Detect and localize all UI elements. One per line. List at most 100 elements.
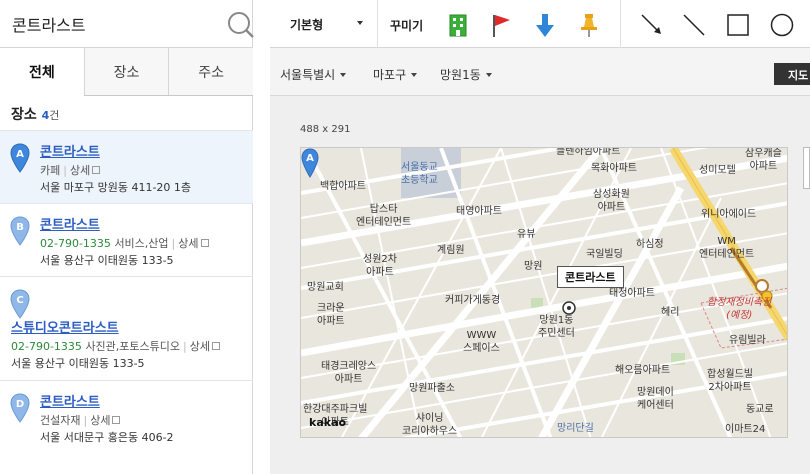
place-phone: 02-790-1335 xyxy=(40,237,111,250)
map-label: 하심정 xyxy=(636,239,664,250)
map-label: 백합아파트 xyxy=(320,181,366,192)
map-label: 합성월드빌 2차아파트 xyxy=(707,369,753,393)
map-marker-a-icon[interactable]: A xyxy=(301,148,319,178)
decorate-toolbar: 기본형 꾸미기 xyxy=(270,0,810,48)
detail-link[interactable]: 상세 xyxy=(90,414,110,427)
results-heading: 장소 4건 xyxy=(11,104,59,124)
map-label: WWW 스페이스 xyxy=(463,330,500,354)
map-style-select[interactable]: 기본형 xyxy=(270,0,378,48)
search-input[interactable] xyxy=(12,12,212,36)
map-label: WM 엔터테인먼트 xyxy=(699,236,755,260)
detail-link[interactable]: 상세 xyxy=(70,164,90,177)
detail-link[interactable]: 상세 xyxy=(190,340,210,353)
map-side-control[interactable] xyxy=(803,147,810,189)
district-filter[interactable]: 마포구 xyxy=(373,66,418,83)
map-label: 이마트24 xyxy=(725,424,766,435)
list-item[interactable]: C 스튜디오콘트라스트 02-790-1335 사진관,포토스튜디오 | 상세 서울… xyxy=(0,276,253,380)
list-item[interactable]: B 콘트라스트 02-790-1335 서비스,산업 | 상세 서울 용산구 이태원… xyxy=(0,203,253,276)
map-label: 위니아에이드 xyxy=(701,209,757,220)
map-type-button[interactable]: 지도 xyxy=(774,63,810,85)
map-label: 망원교회 xyxy=(307,282,344,293)
place-address: 서울 용산구 이태원동 133-5 xyxy=(11,357,145,370)
map-label: 국일빌딩 xyxy=(586,249,623,260)
line-icon[interactable] xyxy=(682,12,706,38)
map-label: 유림빌라 xyxy=(729,335,766,346)
results-title: 장소 xyxy=(11,107,37,123)
map-label: 망원1동 주민센터 xyxy=(538,315,575,339)
tab-places[interactable]: 장소 xyxy=(83,48,169,95)
place-meta: 카페 | 상세 xyxy=(40,162,253,177)
place-name[interactable]: 콘트라스트 xyxy=(40,214,253,233)
map-label: 서울동교 초등학교 xyxy=(401,162,438,186)
detail-link[interactable]: 상세 xyxy=(178,237,198,250)
marker-d-icon: D xyxy=(10,393,30,423)
list-item[interactable]: A 콘트라스트 카페 | 상세 서울 마포구 망원동 411-20 1층 xyxy=(0,130,253,203)
map-style-value: 기본형 xyxy=(290,17,324,32)
map-preview[interactable]: 플렌하임아파트 삼우캐슬 아파트 서울동교 초등학교 목화아파트 성미모텔 백합아파트 삼성화원… xyxy=(300,147,788,438)
search-icon[interactable] xyxy=(227,11,255,39)
external-link-icon[interactable] xyxy=(200,239,209,247)
marker-a-icon: A xyxy=(10,143,30,173)
region-filter-bar: 서울특별시 마포구 망원1동 지도 xyxy=(270,48,810,96)
map-label: 태경크레앙스 아파트 xyxy=(321,361,377,385)
place-category: 사진관,포토스튜디오 xyxy=(85,340,181,353)
down-arrow-icon[interactable] xyxy=(533,12,557,38)
map-label: 해오름아파트 xyxy=(615,365,671,376)
place-address: 서울 용산구 이태원동 133-5 xyxy=(40,254,174,267)
map-callout[interactable]: 콘트라스트 xyxy=(557,266,624,288)
map-label: 헤리 xyxy=(661,307,680,318)
map-label: 커피가게동경 xyxy=(445,295,501,306)
place-phone: 02-790-1335 xyxy=(11,340,82,353)
tab-address[interactable]: 주소 xyxy=(168,48,254,95)
result-tabs: 전체 장소 주소 xyxy=(0,48,254,96)
external-link-icon[interactable] xyxy=(211,342,220,350)
place-name[interactable]: 스튜디오콘트라스트 xyxy=(11,317,253,336)
place-name[interactable]: 콘트라스트 xyxy=(40,391,253,410)
map-label: 태영아파트 xyxy=(456,206,502,217)
map-label: 삼성화원 아파트 xyxy=(593,189,630,213)
results-unit: 건 xyxy=(49,109,60,122)
svg-text:A: A xyxy=(16,149,24,160)
chevron-down-icon xyxy=(357,21,363,25)
tab-all[interactable]: 전체 xyxy=(0,48,84,96)
arrow-line-icon[interactable] xyxy=(640,12,664,38)
search-panel: 전체 장소 주소 장소 4건 A 콘트라스트 카페|상세 서울 마포구 망원동 … xyxy=(0,0,255,474)
map-label: 망원데이 케어센터 xyxy=(637,387,674,411)
building-icon[interactable] xyxy=(446,12,470,38)
map-label: 망리단길 xyxy=(557,423,594,434)
list-item[interactable]: D 콘트라스트 건설자재 | 상세 서울 서대문구 홍은동 406-2 xyxy=(0,380,253,453)
svg-text:A: A xyxy=(306,153,314,164)
city-filter[interactable]: 서울특별시 xyxy=(280,66,347,83)
place-list: A 콘트라스트 카페 | 상세 서울 마포구 망원동 411-20 1층 B 콘트라… xyxy=(0,130,253,453)
map-label: 망원파출소 xyxy=(409,383,455,394)
pushpin-icon[interactable] xyxy=(577,12,601,38)
map-panel: 서울특별시 마포구 망원1동 지도 488 x 291 플렌하임아파트 삼우캐슬… xyxy=(270,48,810,474)
caret-down-icon xyxy=(485,73,492,77)
map-label: 성원2차 아파트 xyxy=(363,254,397,278)
external-link-icon[interactable] xyxy=(92,166,101,174)
map-label: 태청아파트 xyxy=(609,288,655,299)
map-label: 성미모텔 xyxy=(699,165,736,176)
place-address: 서울 서대문구 홍은동 406-2 xyxy=(40,431,174,444)
circle-icon[interactable] xyxy=(770,12,794,38)
caret-down-icon xyxy=(411,73,418,77)
place-name[interactable]: 콘트라스트 xyxy=(40,141,253,160)
flag-icon[interactable] xyxy=(489,12,513,38)
map-label: 플렌하임아파트 xyxy=(556,147,621,157)
map-label: 샤이닝 코리아하우스 xyxy=(402,413,458,437)
caret-down-icon xyxy=(340,73,347,77)
external-link-icon[interactable] xyxy=(112,416,121,424)
map-label: 유뷰 xyxy=(517,229,536,240)
svg-text:D: D xyxy=(16,399,24,410)
rectangle-icon[interactable] xyxy=(726,12,750,38)
map-size-label: 488 x 291 xyxy=(300,124,351,135)
marker-c-icon: C xyxy=(10,289,30,319)
map-label: 삼우캐슬 아파트 xyxy=(745,148,782,172)
dong-filter[interactable]: 망원1동 xyxy=(440,66,492,83)
kakao-logo: kakao xyxy=(309,416,347,429)
map-label: 동교로 xyxy=(746,404,774,415)
place-category: 건설자재 xyxy=(40,414,81,427)
map-base xyxy=(301,148,787,437)
map-label: 합정재정비촉진 (예정) xyxy=(707,297,772,321)
svg-text:B: B xyxy=(16,222,24,233)
